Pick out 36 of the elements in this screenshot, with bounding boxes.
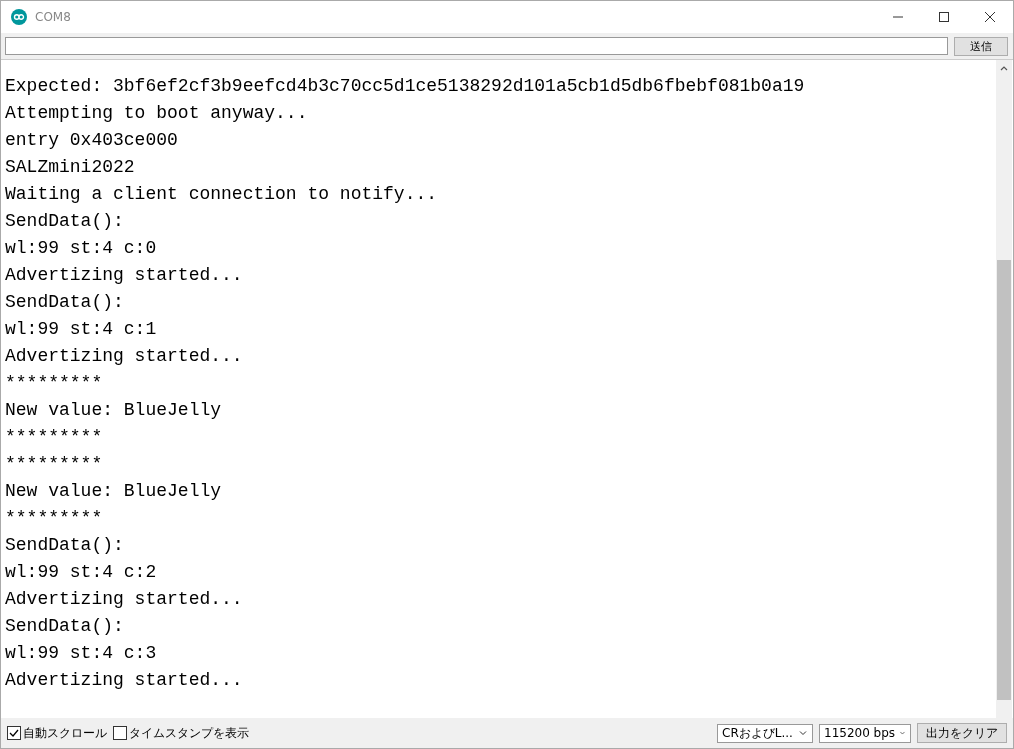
console-line: Advertizing started... [5, 264, 244, 287]
app-logo-icon [11, 9, 27, 25]
console-line: SendData(): [5, 534, 125, 557]
console-line: SendData(): [5, 615, 125, 638]
caret-icon [798, 728, 808, 738]
console-line: ********* [5, 426, 104, 449]
console-line: Expected: 3bf6ef2cf3b9eefcd4b3c70cc5d1ce5138292d101a5cb1d5db6fbebf081b0a19 [5, 75, 806, 98]
console-line: Advertizing started... [5, 669, 244, 692]
baud-rate-dropdown[interactable]: 115200 bps [819, 723, 911, 743]
send-button[interactable]: 送信 [954, 36, 1008, 56]
console-line: New value: BlueJelly [5, 480, 223, 503]
console-line: wl:99 st:4 c:3 [5, 642, 158, 665]
scrollbar[interactable] [996, 60, 1012, 718]
console-line: wl:99 st:4 c:1 [5, 318, 158, 341]
checkbox-label[interactable]: タイムスタンプを表示 [129, 724, 249, 742]
console-line: Advertizing started... [5, 345, 244, 368]
console-line: entry 0x403ce000 [5, 129, 179, 152]
checkbox[interactable] [113, 726, 127, 740]
console-line: SALZmini2022 [5, 156, 136, 179]
line-ending-dropdown[interactable]: CRおよびL... [717, 723, 813, 743]
console-line: ********* [5, 372, 104, 395]
checkbox-label[interactable]: 自動スクロール [23, 724, 107, 742]
console-line: SendData(): [5, 210, 125, 233]
console-line: Attempting to boot anyway... [5, 102, 309, 125]
console-line: wl:99 st:4 c:0 [5, 237, 158, 260]
console-line: Advertizing started... [5, 588, 244, 611]
checkbox[interactable] [7, 726, 21, 740]
clear-output-button[interactable]: 出力をクリア [917, 723, 1007, 743]
console-line: ********* [5, 507, 104, 530]
console-line: New value: BlueJelly [5, 399, 223, 422]
console-line: wl:99 st:4 c:2 [5, 561, 158, 584]
console-line: SendData(): [5, 291, 125, 314]
input-field[interactable] [5, 37, 948, 55]
console-line: Waiting a client connection to notify... [5, 183, 439, 206]
console-line: ********* [5, 453, 104, 476]
window-title: COM8 [35, 10, 71, 24]
